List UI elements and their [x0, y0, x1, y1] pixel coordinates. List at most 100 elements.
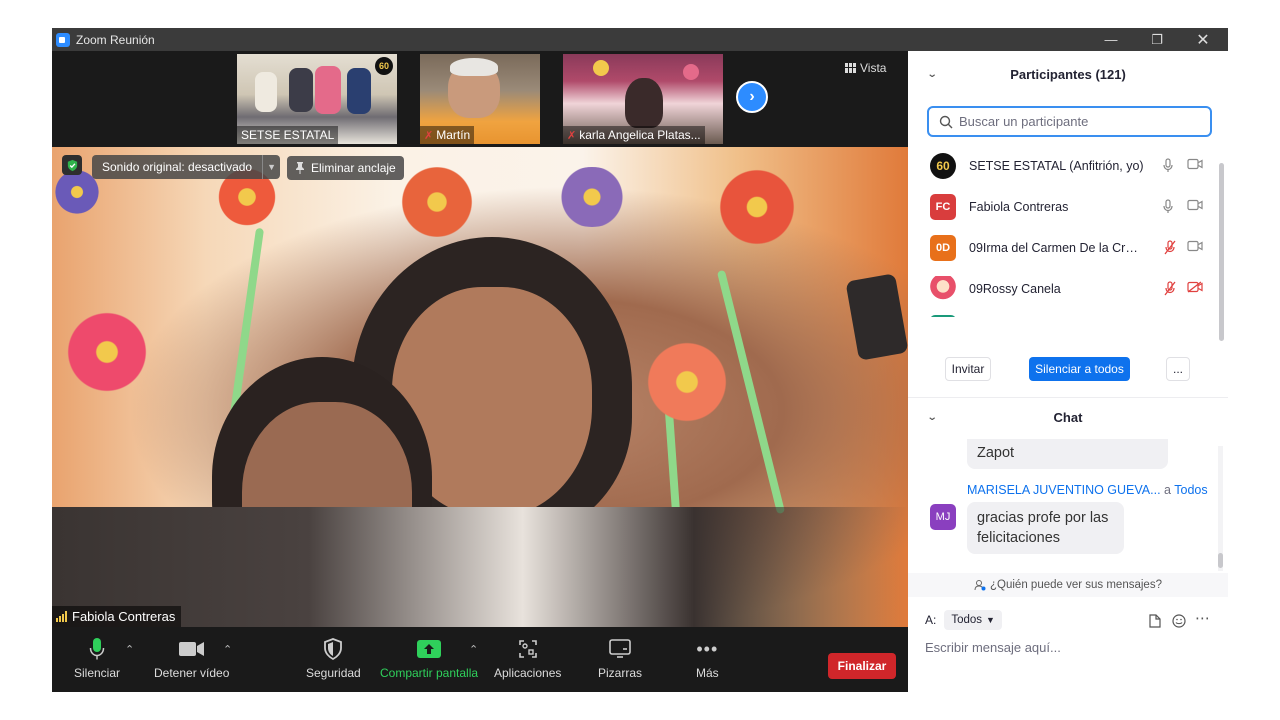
- thumb-decoration: [683, 64, 699, 80]
- chevron-down-icon[interactable]: ⌄: [927, 69, 938, 80]
- participants-scrollbar[interactable]: [1219, 163, 1224, 341]
- avatar: 60: [930, 152, 956, 179]
- recipient-select[interactable]: Todos ▼: [944, 610, 1002, 630]
- more-label: Más: [696, 666, 719, 680]
- file-icon[interactable]: [1149, 614, 1161, 628]
- restore-icon[interactable]: ❐: [1134, 28, 1180, 51]
- flower-decoration: [712, 167, 802, 247]
- more-dots-icon: •••: [696, 638, 719, 659]
- thumb-figure: [625, 78, 663, 128]
- thumbnail-karla[interactable]: ✗ karla Angelica Platas...: [563, 54, 723, 144]
- share-screen-button[interactable]: Compartir pantalla: [380, 637, 478, 680]
- participant-row[interactable]: 09Rossy Canela: [908, 268, 1218, 309]
- invite-button[interactable]: Invitar: [945, 357, 991, 381]
- thumbnail-strip: 60 SETSE ESTATAL ✗ Martín ✗ karla Angelica…: [52, 51, 908, 147]
- participant-row[interactable]: FC Fabiola Contreras: [908, 186, 1218, 227]
- encryption-badge[interactable]: [62, 155, 82, 175]
- participants-header: ⌄ Participantes (121): [908, 51, 1228, 97]
- microphone-muted-icon[interactable]: [1163, 240, 1177, 255]
- close-icon[interactable]: ✕: [1180, 28, 1226, 51]
- user-info-icon: [974, 580, 986, 591]
- active-speaker-name: Fabiola Contreras: [52, 606, 182, 627]
- chevron-down-icon[interactable]: ⌄: [927, 412, 938, 423]
- emoji-icon[interactable]: [1172, 614, 1186, 628]
- unpin-button[interactable]: Eliminar anclaje: [287, 156, 404, 180]
- chat-message: gracias profe por las felicitaciones: [967, 502, 1124, 554]
- participant-row[interactable]: 0D 09Irma del Carmen De la Cruz ...: [908, 227, 1218, 268]
- participant-name: SETSE ESTATAL (Anfitrión, yo): [969, 158, 1144, 173]
- stop-video-button[interactable]: Detener vídeo: [154, 637, 229, 680]
- chevron-down-icon[interactable]: ▼: [262, 155, 280, 179]
- participant-row[interactable]: 60 SETSE ESTATAL (Anfitrión, yo): [908, 145, 1218, 186]
- who-sees-label: ¿Quién puede ver sus mensajes?: [990, 579, 1162, 591]
- sender-to-target: Todos: [1174, 483, 1208, 497]
- thumbnail-name: ✗ Martín: [420, 126, 475, 144]
- security-button[interactable]: Seguridad: [306, 637, 361, 680]
- chat-scrollbar-thumb[interactable]: [1218, 553, 1223, 568]
- to-label: A:: [925, 613, 937, 627]
- original-sound-button[interactable]: Sonido original: desactivado ▼: [92, 155, 281, 179]
- thumb-figure: [347, 68, 371, 114]
- next-page-button[interactable]: ›: [736, 81, 768, 113]
- minimize-icon[interactable]: —: [1088, 28, 1134, 51]
- chat-message-input[interactable]: [925, 640, 1215, 655]
- shield-icon: [323, 637, 343, 661]
- avatar: 0D: [930, 234, 956, 261]
- video-area: 60 SETSE ESTATAL ✗ Martín ✗ karla Angelica…: [52, 51, 908, 627]
- main-video[interactable]: Sonido original: desactivado ▼ Eliminar …: [52, 147, 908, 627]
- chevron-up-icon[interactable]: ⌃: [125, 643, 134, 656]
- apps-label: Aplicaciones: [494, 666, 562, 680]
- flower-decoration: [392, 167, 482, 237]
- pin-icon: [296, 162, 304, 174]
- more-options-button[interactable]: ...: [1166, 357, 1190, 381]
- microphone-icon[interactable]: [1163, 158, 1173, 173]
- microphone-icon: [89, 637, 105, 661]
- chevron-up-icon[interactable]: ⌃: [223, 643, 232, 656]
- mic-muted-icon: ✗: [567, 129, 577, 142]
- end-meeting-button[interactable]: Finalizar: [828, 653, 896, 679]
- chevron-right-icon: ›: [749, 88, 755, 105]
- thumbnail-martin[interactable]: ✗ Martín: [420, 54, 540, 144]
- video-camera-icon: [178, 637, 205, 661]
- participant-actions: Invitar Silenciar a todos ...: [908, 357, 1228, 389]
- chevron-up-icon[interactable]: ⌃: [469, 643, 478, 656]
- search-icon: [939, 115, 953, 128]
- video-camera-icon[interactable]: [1187, 158, 1203, 170]
- share-screen-icon: [417, 637, 442, 661]
- signal-bars-icon: [56, 611, 67, 622]
- sender-to: a: [1164, 483, 1171, 497]
- participant-search[interactable]: [927, 106, 1212, 137]
- who-can-see-link[interactable]: ¿Quién puede ver sus mensajes?: [908, 573, 1228, 597]
- apps-button[interactable]: Aplicaciones: [494, 637, 561, 680]
- apps-icon: [518, 637, 538, 661]
- participant-list: 60 SETSE ESTATAL (Anfitrión, yo) FC Fabi…: [908, 145, 1218, 317]
- view-button[interactable]: Vista: [845, 61, 886, 75]
- sender-name[interactable]: MARISELA JUVENTINO GUEVA...: [967, 483, 1161, 497]
- window-title: Zoom Reunión: [76, 32, 155, 47]
- mute-button[interactable]: Silenciar: [74, 637, 120, 680]
- participant-name: Fabiola Contreras: [969, 199, 1069, 214]
- side-panel: ⌄ Participantes (121) 60 SETSE ESTATAL (…: [908, 51, 1228, 692]
- wall-sign: [845, 273, 908, 361]
- unpin-label: Eliminar anclaje: [311, 161, 396, 175]
- chat-sender: MARISELA JUVENTINO GUEVA... a Todos: [967, 483, 1208, 497]
- message-line: felicitaciones: [977, 530, 1061, 546]
- more-button[interactable]: ••• Más: [696, 637, 719, 681]
- flower-decoration: [552, 167, 632, 227]
- video-camera-icon[interactable]: [1187, 240, 1203, 252]
- avatar: [930, 275, 956, 302]
- video-camera-icon[interactable]: [1187, 199, 1203, 211]
- thumbnail-setse[interactable]: 60 SETSE ESTATAL: [237, 54, 397, 144]
- microphone-icon[interactable]: [1163, 199, 1173, 214]
- chat-header: ⌄ Chat: [908, 397, 1228, 437]
- search-input[interactable]: [959, 114, 1199, 129]
- microphone-muted-icon[interactable]: [1163, 281, 1177, 296]
- video-off-icon[interactable]: [1187, 281, 1203, 293]
- participant-name: 09Irma del Carmen De la Cruz ...: [969, 240, 1144, 255]
- thumb-figure: [289, 68, 313, 112]
- whiteboards-button[interactable]: Pizarras: [598, 637, 642, 680]
- more-dots-icon[interactable]: ⋯: [1195, 609, 1210, 627]
- chat-recipient-row: A: Todos ▼: [925, 610, 1002, 630]
- participant-row[interactable]: [908, 309, 1218, 317]
- mute-all-button[interactable]: Silenciar a todos: [1029, 357, 1130, 381]
